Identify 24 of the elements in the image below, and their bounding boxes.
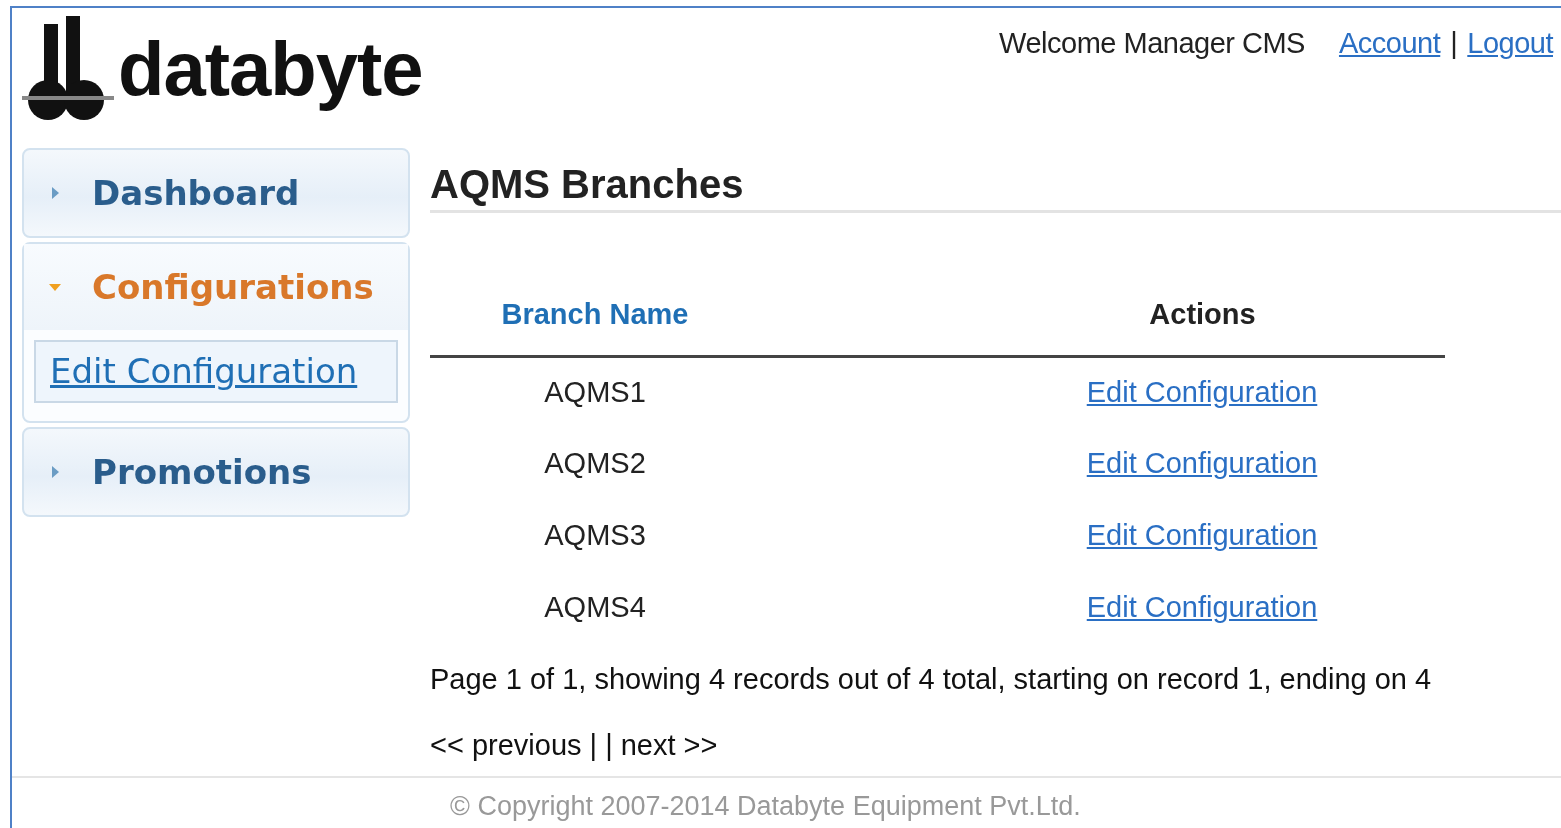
header-link[interactable]: Logout xyxy=(1467,22,1553,66)
sidebar-item[interactable]: Promotions xyxy=(24,429,408,515)
table-cell-text: AQMS4 xyxy=(543,590,647,626)
previous-link[interactable]: << previous xyxy=(430,723,582,767)
edit-configuration-link[interactable]: Edit Configuration xyxy=(1086,519,1318,552)
table-cell-text: AQMS3 xyxy=(543,518,647,554)
column-header: Actions xyxy=(760,273,1445,356)
link-separator: | xyxy=(1450,26,1458,61)
header-link[interactable]: Account xyxy=(1338,22,1441,66)
next-link[interactable]: next >> xyxy=(620,723,718,767)
page-title: AQMS Branches xyxy=(430,160,1561,213)
logo-icon xyxy=(22,16,114,122)
edit-configuration-link[interactable]: Edit Configuration xyxy=(1086,591,1318,624)
pager-separator: | | xyxy=(589,727,613,763)
sort-column-header[interactable]: Branch Name xyxy=(430,273,760,356)
edit-configuration-link[interactable]: Edit Configuration xyxy=(1086,376,1318,408)
sidebar-item[interactable]: Dashboard xyxy=(24,150,408,236)
sidebar-item[interactable]: Configurations xyxy=(24,244,408,330)
welcome-text: Welcome Manager CMS xyxy=(999,26,1305,61)
table-cell: AQMS1 xyxy=(430,356,760,428)
copyright-text: © Copyright 2007-2014 Databyte Equipment Pvt.Ltd. xyxy=(450,791,1081,821)
edit-configuration-link[interactable]: Edit Configuration xyxy=(1086,447,1318,480)
table-cell-text: AQMS2 xyxy=(543,446,647,482)
pagination-summary: Page 1 of 1, showing 4 records out of 4 total, starting on record 1, ending on 4 xyxy=(430,662,1433,697)
